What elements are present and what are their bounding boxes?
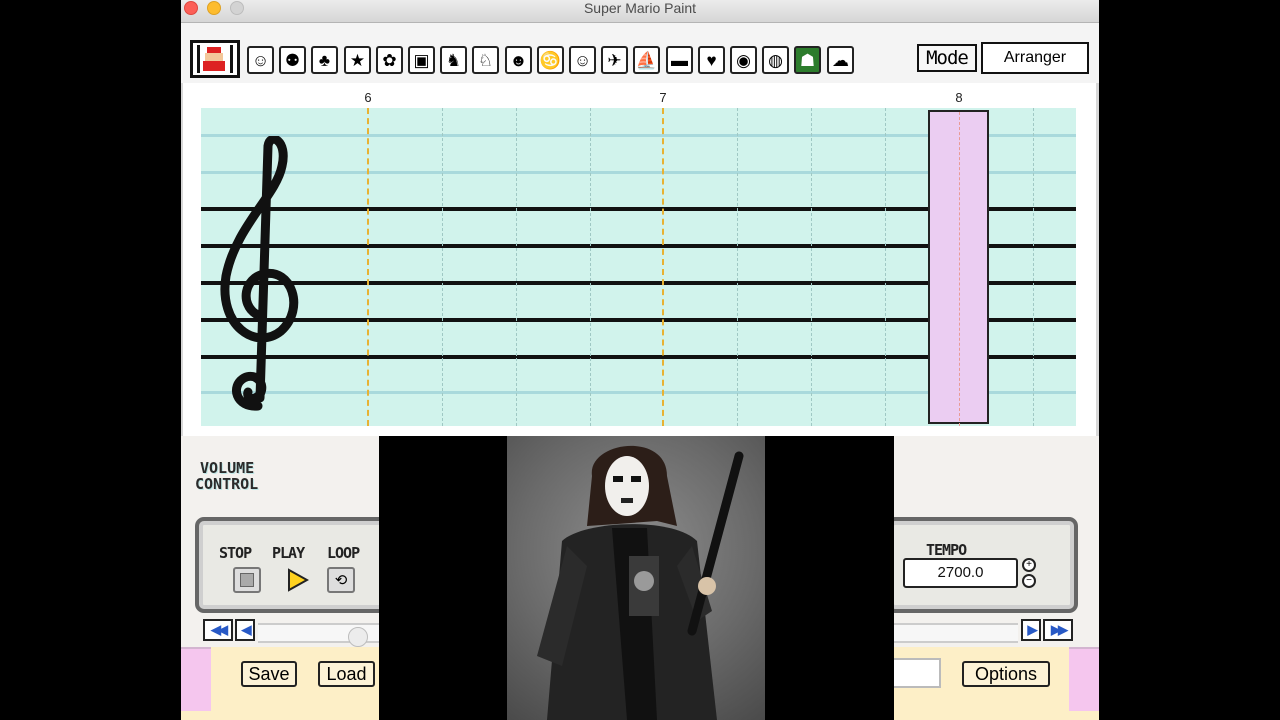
transport-panel: STOP PLAY LOOP ⟲	[195, 517, 395, 613]
instrument-toolbar: ☺ ⚉ ♣ ★ ✿ ▣ ♞ ♘ ☻ ♋ ☺ ✈ ⛵ ▬ ♥ ◉ ◍ ☗ ☁ Mode Arranger	[181, 23, 1099, 83]
play-icon	[288, 568, 309, 592]
measure-line	[662, 108, 664, 426]
mode-select[interactable]: Arranger	[981, 42, 1089, 74]
scroll-thumb[interactable]	[348, 627, 368, 647]
stop-button[interactable]	[233, 567, 261, 593]
measure-number: 8	[955, 90, 963, 105]
coin-icon[interactable]: ◍	[762, 46, 789, 74]
bottom-bar-right-cap	[1069, 647, 1099, 711]
scroll-right-button[interactable]: ▶	[1021, 619, 1041, 641]
title-bar: Super Mario Paint	[181, 0, 1099, 23]
beat-line	[811, 108, 812, 426]
tempo-decrease-button[interactable]: −	[1022, 574, 1036, 588]
loop-label: LOOP	[327, 544, 360, 562]
swan-icon[interactable]: ♋	[537, 46, 564, 74]
music-staff[interactable]	[201, 108, 1076, 426]
plane-icon[interactable]: ✈	[601, 46, 628, 74]
yoshi-icon[interactable]: ♣	[311, 46, 338, 74]
options-button[interactable]: Options	[962, 661, 1050, 687]
beat-line	[1033, 108, 1034, 426]
scroll-left-button[interactable]: ◀	[235, 619, 255, 641]
playhead-cursor[interactable]	[928, 110, 989, 426]
tempo-input[interactable]: 2700.0	[903, 558, 1018, 588]
tempo-label: TEMPO	[926, 541, 967, 559]
star-icon[interactable]: ★	[344, 46, 371, 74]
beat-line	[442, 108, 443, 426]
stop-icon	[240, 573, 254, 587]
mario-logo-icon[interactable]	[190, 40, 240, 78]
tempo-panel: TEMPO 2700.0 + −	[886, 517, 1078, 613]
measure-number: 7	[659, 90, 667, 105]
song-name-input[interactable]	[886, 658, 941, 688]
beat-line	[516, 108, 517, 426]
bottom-bar-left-cap	[181, 647, 211, 711]
playhead-line	[959, 112, 960, 426]
staff-panel: 6 7 8	[181, 83, 1099, 436]
save-button[interactable]: Save	[241, 661, 297, 687]
dog-icon[interactable]: ♞	[440, 46, 467, 74]
loop-icon: ⟲	[334, 572, 348, 589]
wrestler-photo	[507, 436, 765, 720]
mode-label: Mode	[917, 44, 977, 72]
play-button[interactable]	[283, 567, 311, 593]
volume-label-line1: VOLUME	[200, 459, 255, 477]
boat-icon[interactable]: ⛵	[633, 46, 660, 74]
video-overlay	[379, 436, 894, 720]
mario-icon[interactable]: ☺	[247, 46, 274, 74]
volume-control-label: VOLUME CONTROL	[195, 460, 258, 492]
load-button[interactable]: Load	[318, 661, 375, 687]
flower-icon[interactable]: ✿	[376, 46, 403, 74]
pig-icon[interactable]: ☻	[505, 46, 532, 74]
window-title: Super Mario Paint	[583, 0, 697, 16]
beat-line	[737, 108, 738, 426]
volume-label-line2: CONTROL	[195, 475, 259, 493]
shyguy-icon[interactable]: ☗	[794, 46, 821, 74]
boo-icon[interactable]: ☁	[827, 46, 854, 74]
gameboy-icon[interactable]: ▣	[408, 46, 435, 74]
measure-number: 6	[364, 90, 372, 105]
stop-label: STOP	[219, 544, 252, 562]
play-label: PLAY	[272, 544, 305, 562]
piranha-icon[interactable]: ◉	[730, 46, 757, 74]
beat-line	[590, 108, 591, 426]
tempo-increase-button[interactable]: +	[1022, 558, 1036, 572]
scroll-to-end-button[interactable]: ▶▶	[1043, 619, 1073, 641]
cat-icon[interactable]: ♘	[472, 46, 499, 74]
beat-line	[885, 108, 886, 426]
face-icon[interactable]: ☺	[569, 46, 596, 74]
heart-icon[interactable]: ♥	[698, 46, 725, 74]
treble-clef-icon	[220, 136, 299, 411]
mushroom-icon[interactable]: ⚉	[279, 46, 306, 74]
measure-line	[367, 108, 369, 426]
loop-button[interactable]: ⟲	[327, 567, 355, 593]
scroll-to-start-button[interactable]: ◀◀	[203, 619, 233, 641]
car-icon[interactable]: ▬	[666, 46, 693, 74]
